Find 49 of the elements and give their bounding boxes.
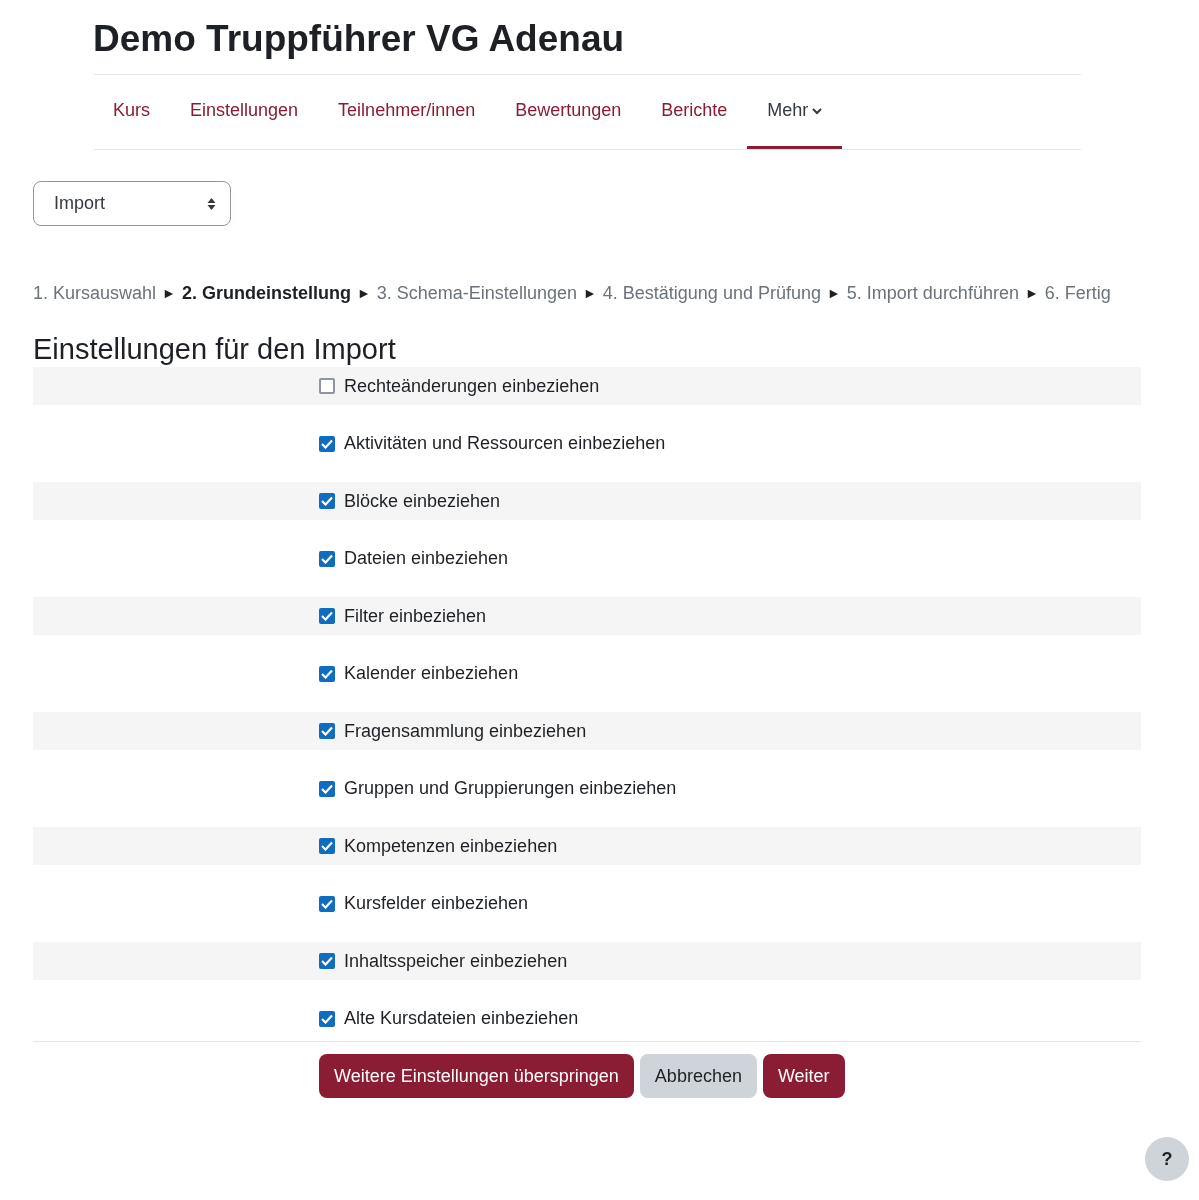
wizard-step: 3. Schema-Einstellungen [376,280,577,307]
option-label: Kalender einbeziehen [344,662,519,685]
step-separator: ► [162,284,176,303]
step-separator: ► [356,284,371,303]
step-separator: ► [1024,284,1039,303]
wizard-step: 5. Import durchführen [846,280,1019,307]
option-label: Alte Kursdateien einbeziehen [344,1007,579,1030]
checkbox[interactable] [319,780,335,797]
nav-tab[interactable]: Bewertungen [495,75,642,149]
checkbox[interactable] [319,838,335,854]
wizard-step: 2. Grundeinstellung [181,280,351,307]
wizard-step: 6. Fertig [1044,280,1111,307]
option-label: Fragensammlung einbeziehen [344,719,587,743]
wizard-step: 1. Kursauswahl [33,280,157,307]
checkbox[interactable] [319,1010,335,1027]
option-label: Kursfelder einbeziehen [344,892,529,915]
checkbox[interactable] [319,378,335,394]
form-button[interactable]: Weiter [762,1054,845,1098]
nav-tab[interactable]: Einstellungen [170,75,319,149]
option-label: Aktivitäten und Ressourcen einbeziehen [344,432,666,455]
checkbox[interactable] [319,435,335,452]
help-button[interactable]: ? [1145,1137,1189,1181]
section-heading: Einstellungen für den Import [33,332,396,367]
wizard-step: 4. Bestätigung und Prüfung [602,280,821,307]
checkbox[interactable] [319,953,335,969]
action-select[interactable]: Import [33,181,231,226]
checkbox[interactable] [319,493,335,509]
nav-tab[interactable]: Teilnehmer/innen [318,75,496,149]
option-label: Dateien einbeziehen [344,547,509,570]
option-label: Kompetenzen einbeziehen [344,834,558,858]
checkbox[interactable] [319,550,335,567]
checkbox[interactable] [319,895,335,912]
checkbox[interactable] [319,608,335,624]
nav-tab[interactable]: Mehr [747,75,843,149]
option-label: Gruppen und Gruppierungen einbeziehen [344,777,677,800]
option-label: Filter einbeziehen [344,604,487,628]
nav-tab[interactable]: Berichte [641,75,748,149]
option-label: Blöcke einbeziehen [344,489,501,513]
sort-caret-icon [207,196,216,211]
option-label: Inhaltsspeicher einbeziehen [344,949,568,973]
form-button[interactable]: Abbrechen [639,1054,757,1098]
form-button[interactable]: Weitere Einstellungen überspringen [319,1054,634,1098]
course-title: Demo Truppführer VG Adenau [93,17,625,61]
checkbox[interactable] [319,665,335,682]
nav-tab[interactable]: Kurs [93,75,170,149]
step-separator: ► [582,284,597,303]
option-label: Rechteänderungen einbeziehen [344,374,600,398]
checkbox[interactable] [319,723,335,739]
step-separator: ► [826,284,841,303]
